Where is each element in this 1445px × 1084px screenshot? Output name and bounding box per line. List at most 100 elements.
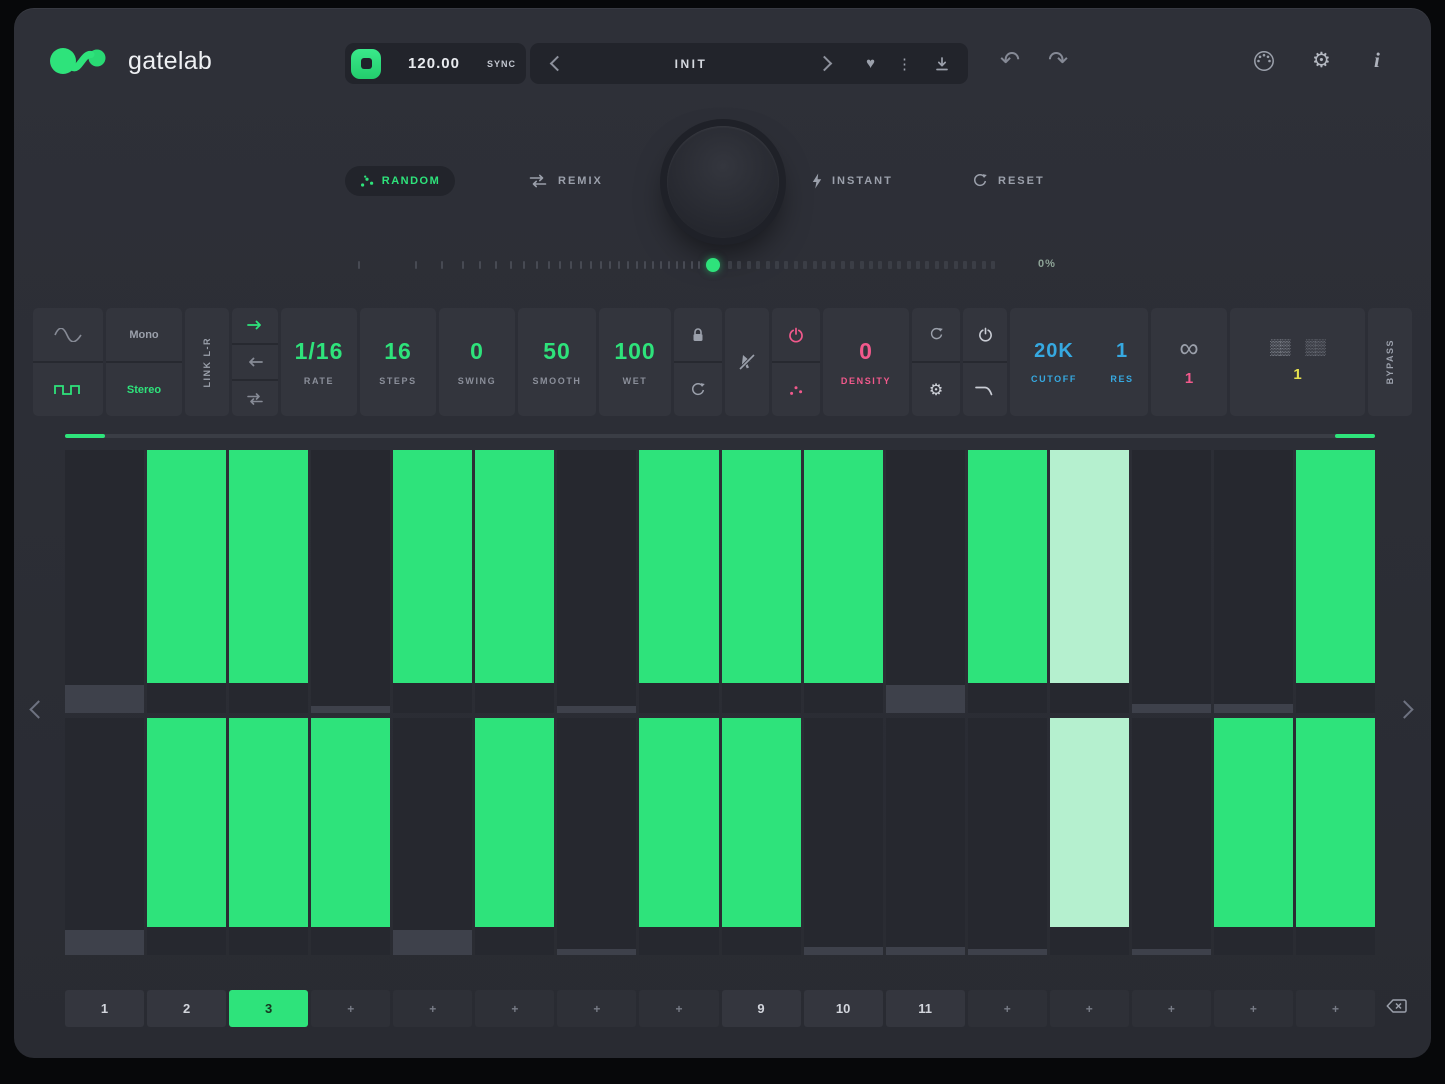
swing-control[interactable]: 0 SWING bbox=[439, 308, 515, 416]
step-bar-low[interactable] bbox=[311, 706, 390, 713]
step-bar-low[interactable] bbox=[1214, 704, 1293, 713]
pattern-slot-add-7[interactable]: + bbox=[557, 990, 636, 1027]
step-bar[interactable] bbox=[147, 718, 226, 927]
channel-left-step-11[interactable] bbox=[886, 450, 965, 713]
step-bar[interactable] bbox=[1214, 718, 1293, 927]
channel-left-step-10[interactable] bbox=[804, 450, 883, 713]
pattern-slot-add-12[interactable]: + bbox=[968, 990, 1047, 1027]
step-bar-low[interactable] bbox=[886, 685, 965, 713]
channel-left-step-6[interactable] bbox=[475, 450, 554, 713]
step-bar[interactable] bbox=[639, 450, 718, 683]
step-bar-low[interactable] bbox=[968, 949, 1047, 955]
step-bar[interactable] bbox=[393, 450, 472, 683]
step-bar-low[interactable] bbox=[65, 930, 144, 955]
channel-right-step-14[interactable] bbox=[1132, 718, 1211, 955]
pattern-slot-11[interactable]: 11 bbox=[886, 990, 965, 1027]
remix-mode-button[interactable]: REMIX bbox=[528, 172, 603, 190]
direction-backward-button[interactable] bbox=[232, 343, 278, 380]
channel-left-step-16[interactable] bbox=[1296, 450, 1375, 713]
square-wave-button[interactable] bbox=[33, 361, 103, 416]
step-bar-playing[interactable] bbox=[1050, 718, 1129, 927]
channel-right-step-13[interactable] bbox=[1050, 718, 1129, 955]
pattern-slot-add-16[interactable]: + bbox=[1296, 990, 1375, 1027]
filter-type-button[interactable] bbox=[963, 361, 1007, 416]
pattern-slot-add-5[interactable]: + bbox=[393, 990, 472, 1027]
stereo-button[interactable]: Stereo bbox=[106, 361, 182, 416]
step-bar-playing[interactable] bbox=[1050, 450, 1129, 683]
kebab-menu-icon[interactable]: ⋮ bbox=[897, 55, 912, 73]
channel-left-step-13[interactable] bbox=[1050, 450, 1129, 713]
channel-right-step-1[interactable] bbox=[65, 718, 144, 955]
step-bar-low[interactable] bbox=[393, 930, 472, 955]
steps-control[interactable]: 16 STEPS bbox=[360, 308, 436, 416]
channel-left-step-12[interactable] bbox=[968, 450, 1047, 713]
loop-button[interactable] bbox=[674, 361, 722, 416]
link-lr-toggle[interactable]: LINK L-R bbox=[185, 308, 229, 416]
random-amount-slider[interactable] bbox=[358, 257, 1003, 273]
step-bar[interactable] bbox=[311, 718, 390, 927]
instant-mode-button[interactable]: INSTANT bbox=[812, 172, 893, 190]
channel-right-step-4[interactable] bbox=[311, 718, 390, 955]
filter-power-button[interactable] bbox=[963, 308, 1007, 361]
delete-pattern-icon[interactable] bbox=[1386, 999, 1408, 1014]
step-bar[interactable] bbox=[229, 718, 308, 927]
favorite-icon[interactable]: ♥ bbox=[866, 55, 875, 72]
redo-button[interactable]: ↷ bbox=[1048, 46, 1068, 75]
rate-control[interactable]: 1/16 RATE bbox=[281, 308, 357, 416]
sync-toggle[interactable]: SYNC bbox=[487, 59, 516, 69]
bpm-display[interactable]: 120.00 bbox=[393, 55, 475, 72]
channel-left-step-14[interactable] bbox=[1132, 450, 1211, 713]
sine-wave-button[interactable] bbox=[33, 308, 103, 361]
reset-button[interactable]: RESET bbox=[972, 172, 1045, 190]
step-bar[interactable] bbox=[147, 450, 226, 683]
density-control[interactable]: 0 DENSITY bbox=[823, 308, 909, 416]
length-start-handle[interactable] bbox=[65, 434, 105, 438]
step-bar-low[interactable] bbox=[557, 706, 636, 713]
channel-left-step-5[interactable] bbox=[393, 450, 472, 713]
step-bar[interactable] bbox=[722, 718, 801, 927]
step-bar[interactable] bbox=[1296, 718, 1375, 927]
channel-left-step-4[interactable] bbox=[311, 450, 390, 713]
preset-next-button[interactable] bbox=[817, 56, 833, 72]
channel-right-step-7[interactable] bbox=[557, 718, 636, 955]
step-bar-low[interactable] bbox=[1132, 949, 1211, 955]
pattern-slot-9[interactable]: 9 bbox=[722, 990, 801, 1027]
density-power-button[interactable] bbox=[772, 308, 820, 361]
page-left-button[interactable] bbox=[32, 703, 48, 719]
step-bar[interactable] bbox=[229, 450, 308, 683]
step-bar[interactable] bbox=[804, 450, 883, 683]
channel-left-step-3[interactable] bbox=[229, 450, 308, 713]
step-bar-low[interactable] bbox=[886, 947, 965, 955]
texture-sparse-icon[interactable]: ▒▒ bbox=[1306, 341, 1325, 354]
page-right-button[interactable] bbox=[1398, 703, 1414, 719]
random-mode-button[interactable]: RANDOM bbox=[345, 166, 455, 196]
filter-cycle-button[interactable] bbox=[912, 308, 960, 361]
lock-button[interactable] bbox=[674, 308, 722, 361]
undo-button[interactable]: ↶ bbox=[1000, 46, 1020, 75]
infinity-control[interactable]: ∞ 1 bbox=[1151, 308, 1227, 416]
trigger-mute-button[interactable] bbox=[725, 308, 769, 416]
play-stop-button[interactable] bbox=[351, 49, 381, 79]
step-bar[interactable] bbox=[475, 718, 554, 927]
channel-left-step-9[interactable] bbox=[722, 450, 801, 713]
channel-right-step-6[interactable] bbox=[475, 718, 554, 955]
direction-pingpong-button[interactable] bbox=[232, 379, 278, 416]
channel-right-step-8[interactable] bbox=[639, 718, 718, 955]
bypass-toggle[interactable]: BYPASS bbox=[1368, 308, 1412, 416]
pattern-length-bar[interactable] bbox=[65, 434, 1375, 438]
pattern-slot-add-8[interactable]: + bbox=[639, 990, 718, 1027]
step-bar[interactable] bbox=[1296, 450, 1375, 683]
channel-right-step-5[interactable] bbox=[393, 718, 472, 955]
pattern-slot-2[interactable]: 2 bbox=[147, 990, 226, 1027]
save-download-icon[interactable] bbox=[934, 56, 950, 72]
randomize-knob[interactable] bbox=[667, 126, 779, 238]
channel-right-step-9[interactable] bbox=[722, 718, 801, 955]
step-bar-low[interactable] bbox=[557, 949, 636, 955]
channel-left-step-7[interactable] bbox=[557, 450, 636, 713]
pattern-slot-add-4[interactable]: + bbox=[311, 990, 390, 1027]
texture-control[interactable]: ▒▒ ▒▒ 1 bbox=[1230, 308, 1365, 416]
res-control[interactable]: 1 RES bbox=[1097, 340, 1147, 384]
length-end-handle[interactable] bbox=[1335, 434, 1375, 438]
channel-right-step-16[interactable] bbox=[1296, 718, 1375, 955]
channel-right-step-3[interactable] bbox=[229, 718, 308, 955]
